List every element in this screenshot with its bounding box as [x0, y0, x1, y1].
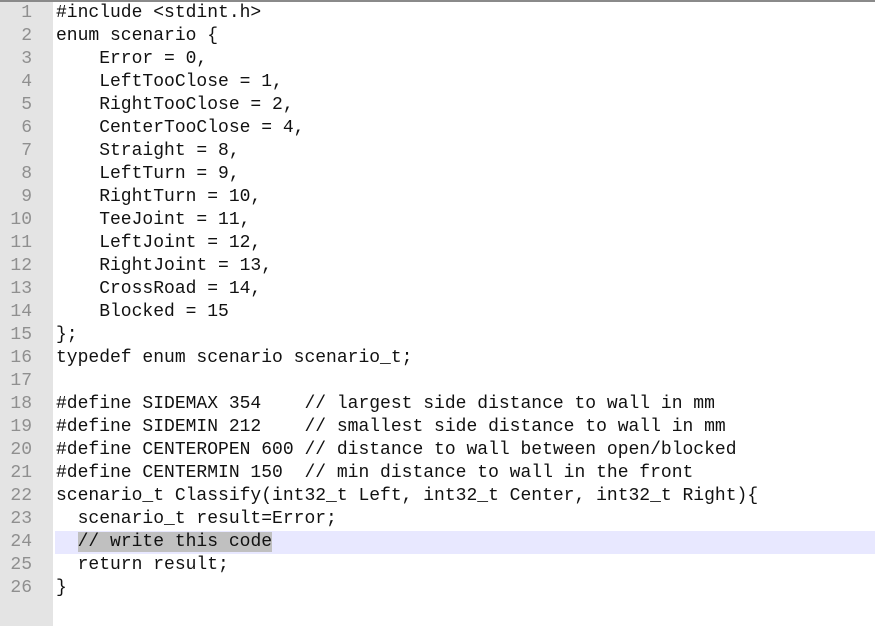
- code-line[interactable]: 12 RightJoint = 13,: [0, 255, 875, 278]
- code-line[interactable]: 21 #define CENTERMIN 150 // min distance …: [0, 462, 875, 485]
- code-text[interactable]: LeftTurn = 9,: [56, 163, 239, 186]
- line-number: 12: [10, 256, 32, 276]
- code-editor[interactable]: 1 #include <stdint.h> 2 enum scenario {3 Er…: [0, 2, 875, 600]
- code-line[interactable]: 19 #define SIDEMIN 212 // smallest side d…: [0, 416, 875, 439]
- line-number: 6: [21, 118, 32, 138]
- code-text[interactable]: return result;: [56, 554, 229, 577]
- code-text[interactable]: scenario_t Classify(int32_t Left, int32_…: [56, 485, 758, 508]
- line-number: 11: [10, 233, 32, 253]
- line-number: 5: [21, 95, 32, 115]
- code-line[interactable]: 8 LeftTurn = 9,: [0, 163, 875, 186]
- line-number: 4: [21, 72, 32, 92]
- code-text[interactable]: enum scenario {: [56, 25, 218, 48]
- code-line[interactable]: 15};: [0, 324, 875, 347]
- code-line[interactable]: 16 typedef enum scenario scenario_t;: [0, 347, 875, 370]
- code-text[interactable]: #define SIDEMIN 212 // smallest side dis…: [56, 416, 726, 439]
- line-number: 14: [10, 302, 32, 322]
- line-number: 17: [10, 371, 32, 391]
- code-line[interactable]: 24 // write this code: [0, 531, 875, 554]
- code-line[interactable]: 23 scenario_t result=Error;: [0, 508, 875, 531]
- line-number: 18: [10, 394, 32, 414]
- line-number: 13: [10, 279, 32, 299]
- code-text[interactable]: TeeJoint = 11,: [56, 209, 250, 232]
- code-line[interactable]: 2 enum scenario {: [0, 25, 875, 48]
- code-line[interactable]: 13 CrossRoad = 14,: [0, 278, 875, 301]
- line-number: 25: [10, 555, 32, 575]
- code-text[interactable]: #define SIDEMAX 354 // largest side dist…: [56, 393, 715, 416]
- line-number: 23: [10, 509, 32, 529]
- code-line[interactable]: 11 LeftJoint = 12,: [0, 232, 875, 255]
- line-number: 7: [21, 141, 32, 161]
- code-line[interactable]: 3 Error = 0,: [0, 48, 875, 71]
- code-line[interactable]: 5 RightTooClose = 2,: [0, 94, 875, 117]
- code-text[interactable]: #define CENTEROPEN 600 // distance to wa…: [56, 439, 737, 462]
- selected-text[interactable]: // write this code: [77, 532, 273, 552]
- code-line[interactable]: 20 #define CENTEROPEN 600 // distance to …: [0, 439, 875, 462]
- line-number: 24: [10, 532, 32, 552]
- code-line[interactable]: 25 return result;: [0, 554, 875, 577]
- code-text[interactable]: // write this code: [56, 531, 273, 554]
- code-text[interactable]: Straight = 8,: [56, 140, 239, 163]
- code-line[interactable]: 10 TeeJoint = 11,: [0, 209, 875, 232]
- line-number: 2: [21, 26, 32, 46]
- code-text[interactable]: typedef enum scenario scenario_t;: [56, 347, 412, 370]
- code-text[interactable]: Error = 0,: [56, 48, 207, 71]
- code-line[interactable]: 18 #define SIDEMAX 354 // largest side di…: [0, 393, 875, 416]
- code-line[interactable]: 9 RightTurn = 10,: [0, 186, 875, 209]
- code-text[interactable]: Blocked = 15: [56, 301, 229, 324]
- code-line[interactable]: 17: [0, 370, 875, 393]
- code-text[interactable]: #define CENTERMIN 150 // min distance to…: [56, 462, 693, 485]
- code-text[interactable]: #include <stdint.h>: [56, 2, 261, 25]
- line-number: 10: [10, 210, 32, 230]
- code-line[interactable]: 1 #include <stdint.h>: [0, 2, 875, 25]
- line-number: 9: [21, 187, 32, 207]
- code-line[interactable]: 14 Blocked = 15: [0, 301, 875, 324]
- code-line[interactable]: 6 CenterTooClose = 4,: [0, 117, 875, 140]
- code-line[interactable]: 26}: [0, 577, 875, 600]
- line-number: 21: [10, 463, 32, 483]
- code-text[interactable]: }: [56, 577, 67, 600]
- line-number: 8: [21, 164, 32, 184]
- code-text[interactable]: CrossRoad = 14,: [56, 278, 261, 301]
- code-text[interactable]: LeftTooClose = 1,: [56, 71, 283, 94]
- line-number: 15: [10, 325, 32, 345]
- line-number: 26: [10, 578, 32, 598]
- code-line[interactable]: 22 scenario_t Classify(int32_t Left, int3…: [0, 485, 875, 508]
- line-number: 22: [10, 486, 32, 506]
- line-number: 19: [10, 417, 32, 437]
- line-number: 20: [10, 440, 32, 460]
- line-number: 3: [21, 49, 32, 69]
- code-text[interactable]: scenario_t result=Error;: [56, 508, 337, 531]
- line-number: 16: [10, 348, 32, 368]
- code-text[interactable]: RightJoint = 13,: [56, 255, 272, 278]
- code-text[interactable]: CenterTooClose = 4,: [56, 117, 304, 140]
- code-text[interactable]: RightTurn = 10,: [56, 186, 261, 209]
- code-line[interactable]: 7 Straight = 8,: [0, 140, 875, 163]
- code-text[interactable]: LeftJoint = 12,: [56, 232, 261, 255]
- line-number: 1: [21, 3, 32, 23]
- code-text[interactable]: };: [56, 324, 78, 347]
- code-line[interactable]: 4 LeftTooClose = 1,: [0, 71, 875, 94]
- code-text[interactable]: RightTooClose = 2,: [56, 94, 293, 117]
